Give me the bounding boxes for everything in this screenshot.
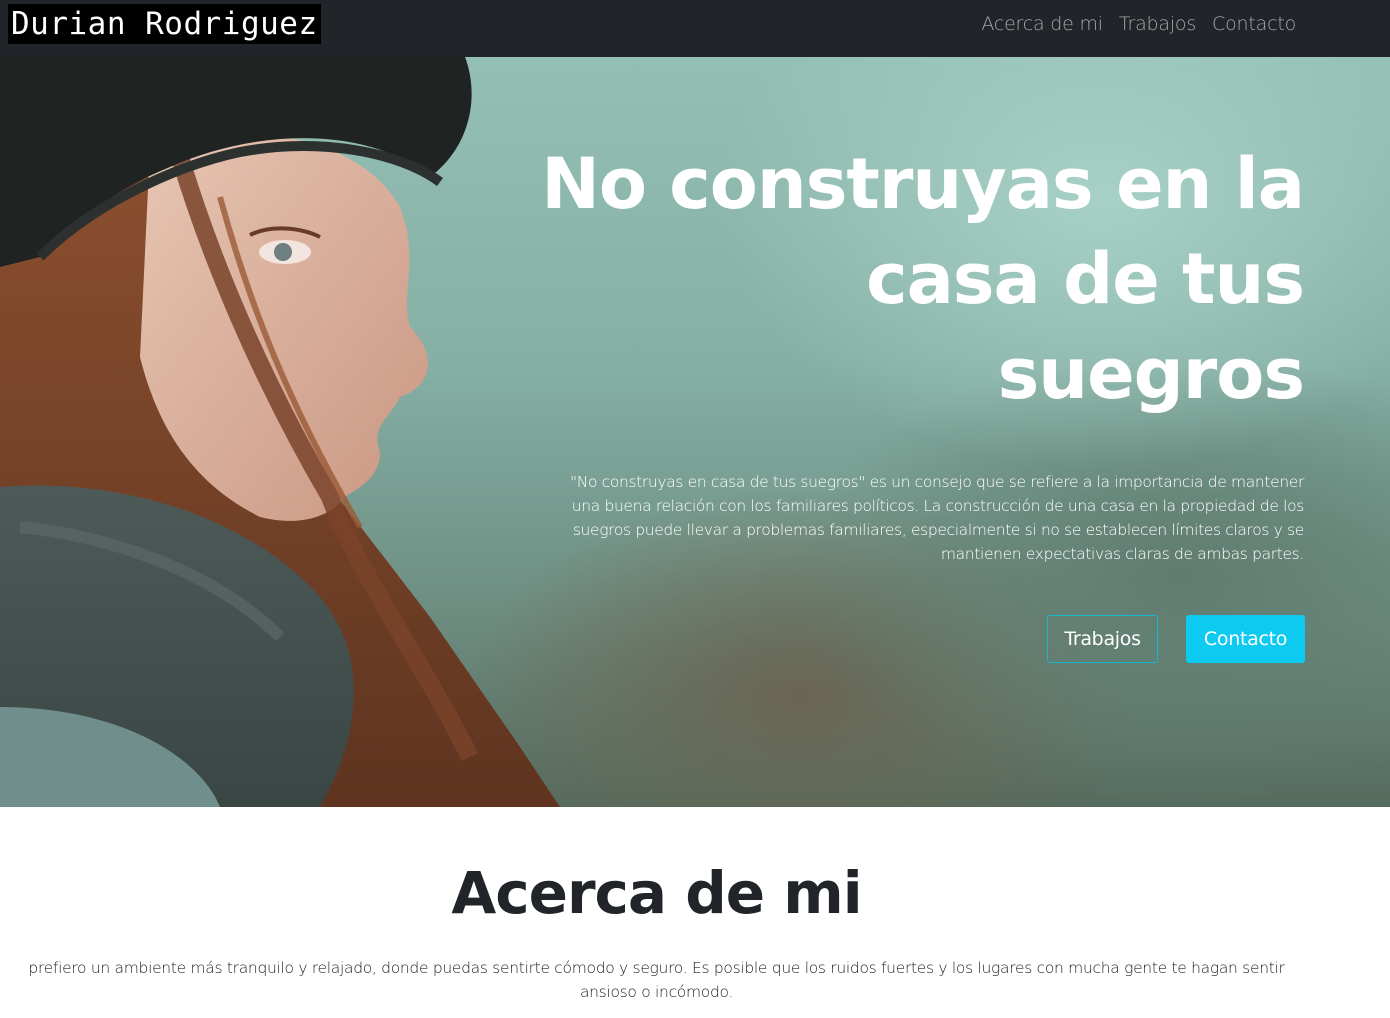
brand-logo[interactable]: Durian Rodriguez bbox=[8, 4, 321, 44]
nav-links: Acerca de mi Trabajos Contacto bbox=[981, 10, 1296, 38]
nav-link-trabajos[interactable]: Trabajos bbox=[1119, 10, 1196, 38]
hero-description: "No construyas en casa de tus suegros" e… bbox=[569, 473, 1304, 563]
about-text: prefiero un ambiente más tranquilo y rel… bbox=[28, 959, 1285, 1001]
navbar: Durian Rodriguez Acerca de mi Trabajos C… bbox=[0, 0, 1390, 57]
contacto-button[interactable]: Contacto bbox=[1186, 615, 1305, 663]
hero-title: No construyas en la casa de tus suegros bbox=[524, 137, 1305, 422]
nav-link-contacto[interactable]: Contacto bbox=[1212, 10, 1296, 38]
hero-title-line-1: No construyas en la bbox=[541, 143, 1305, 225]
hero-section: No construyas en la casa de tus suegros … bbox=[0, 57, 1390, 807]
about-title: Acerca de mi bbox=[451, 859, 862, 927]
hero-title-line-3: suegros bbox=[997, 333, 1305, 415]
hero-title-line-2: casa de tus bbox=[866, 238, 1305, 320]
nav-link-acerca[interactable]: Acerca de mi bbox=[981, 10, 1103, 38]
trabajos-button[interactable]: Trabajos bbox=[1047, 615, 1158, 663]
